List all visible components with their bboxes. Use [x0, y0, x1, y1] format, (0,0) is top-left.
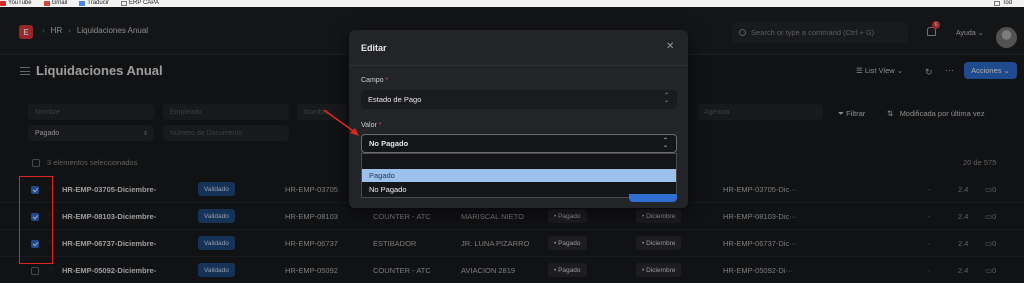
folder-icon: [994, 1, 1001, 6]
close-icon[interactable]: ✕: [666, 41, 674, 52]
valor-options-list: Pagado No Pagado: [361, 153, 677, 198]
gmail-icon: [43, 1, 50, 6]
bookmark-erp[interactable]: ERP CAPA: [121, 0, 159, 7]
updown-icon: ⌃ ⌄: [663, 93, 669, 104]
campo-label: Campo *: [361, 77, 389, 84]
translate-icon: [79, 1, 86, 6]
updown-icon: ⌃ ⌄: [662, 138, 668, 149]
bookmarks-bar: YouTube Gmail Traducir ERP CAPA Tod: [0, 0, 1024, 7]
annotation-arrow: [323, 109, 359, 136]
option-pagado[interactable]: Pagado: [362, 169, 676, 182]
arrow-line: [323, 109, 357, 134]
folder-icon: [121, 1, 128, 6]
bookmark-youtube[interactable]: YouTube: [0, 0, 32, 7]
annotation-highlight-box: [19, 176, 53, 264]
valor-select[interactable]: No Pagado ⌃ ⌄: [361, 134, 677, 153]
youtube-icon: [0, 1, 6, 6]
bookmark-gmail[interactable]: Gmail: [43, 0, 67, 7]
dialog-title: Editar: [361, 43, 387, 53]
campo-select[interactable]: Estado de Pago ⌃ ⌄: [361, 90, 677, 109]
update-button[interactable]: [629, 194, 677, 202]
dialog-divider: [349, 65, 688, 66]
valor-label: Valor *: [361, 122, 382, 129]
bookmark-all[interactable]: Tod: [994, 0, 1012, 7]
bookmark-translate[interactable]: Traducir: [79, 0, 109, 7]
